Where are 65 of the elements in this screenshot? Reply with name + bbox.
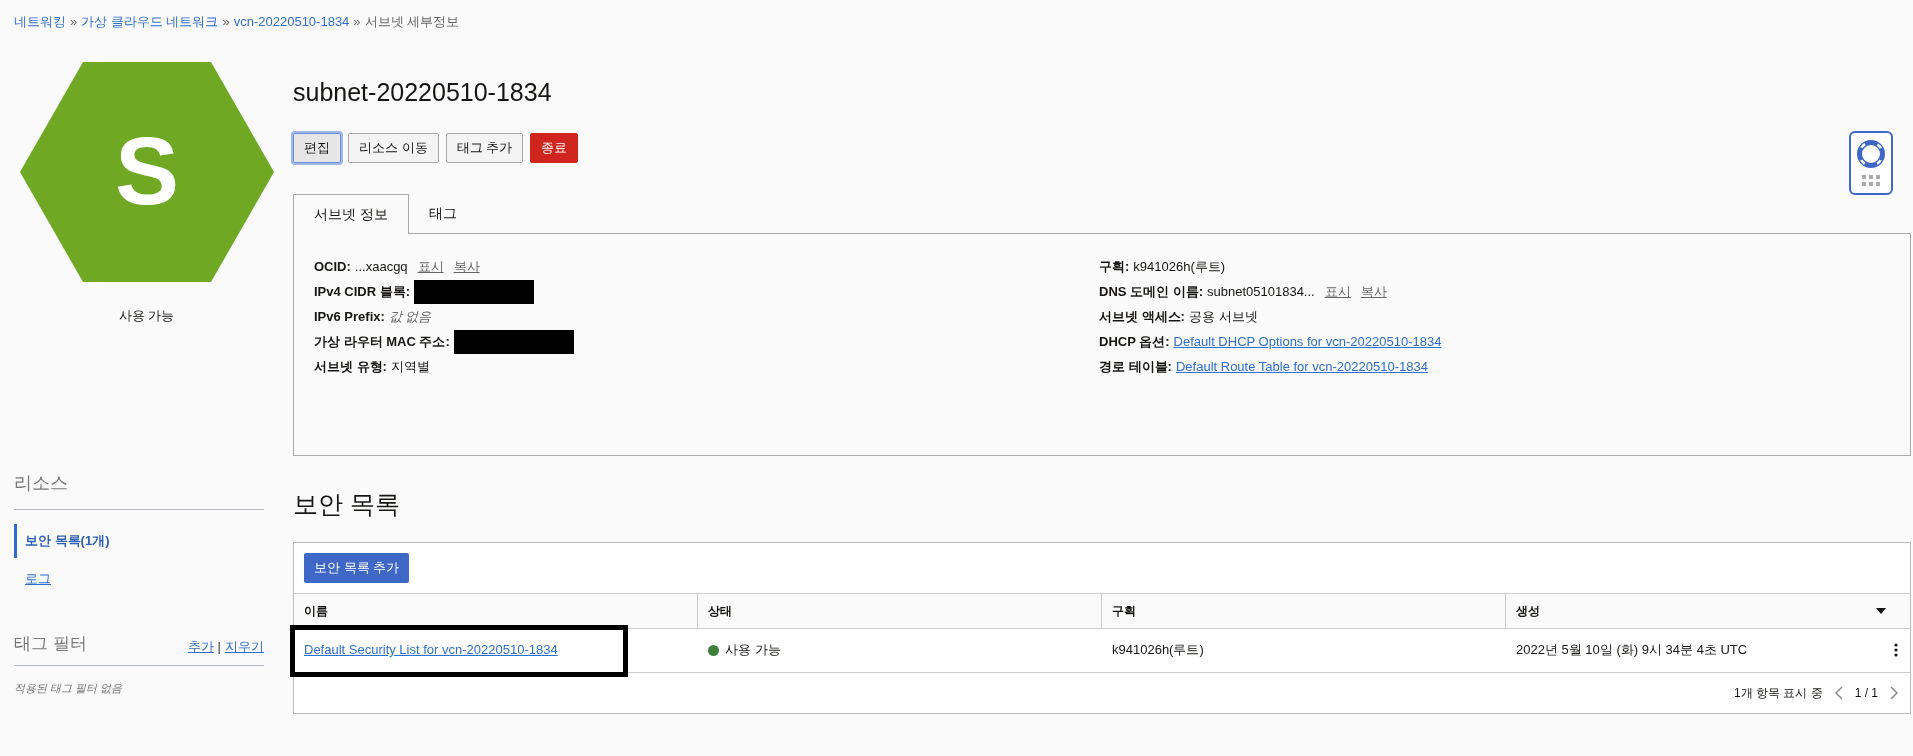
previous-page-icon[interactable]: [1834, 685, 1843, 700]
empty-filter-note: 적용된 태그 필터 없음: [14, 680, 124, 696]
field-value: 공용 서브넷: [1188, 307, 1258, 326]
breadcrumb-link[interactable]: vcn-20220510-1834: [233, 12, 350, 32]
column-header[interactable]: 구획: [1102, 593, 1506, 628]
field-link[interactable]: Default Route Table for vcn-20220510-1834: [1175, 356, 1428, 377]
field-label: 서브넷 유형:: [314, 357, 387, 376]
breadcrumb-separator: »: [70, 13, 78, 31]
column-header[interactable]: 상태: [698, 593, 1102, 628]
action-link[interactable]: 복사: [1360, 281, 1387, 302]
field-link[interactable]: Default DHCP Options for vcn-20220510-1834: [1173, 331, 1442, 352]
grid-dots-icon: [1862, 175, 1880, 187]
status-label: 사용 가능: [118, 306, 175, 325]
breadcrumb-link[interactable]: 네트워킹: [14, 12, 66, 32]
page-title: subnet-20220510-1834: [293, 76, 553, 108]
field-value: subnet05101834...: [1207, 282, 1315, 301]
field-value: 값 없음: [388, 307, 432, 326]
field-value: ...xaacgq: [354, 257, 408, 276]
sort-caret-icon: [1876, 607, 1886, 614]
clear-link[interactable]: 지우기: [225, 637, 264, 657]
table-cell-text: 2022년 5월 10일 (화) 9시 34분 4초 UTC: [1516, 641, 1748, 660]
column-header[interactable]: 생성: [1506, 593, 1910, 628]
field-label: 가상 라우터 MAC 주소:: [314, 332, 450, 351]
field-label: 서브넷 액세스:: [1099, 307, 1185, 326]
help-button[interactable]: [1849, 131, 1893, 195]
action-link[interactable]: 표시: [417, 256, 444, 277]
item-count: 1개 항목 표시 중: [1733, 684, 1823, 702]
security-list-link[interactable]: Default Security List for vcn-20220510-1834: [304, 640, 558, 660]
add-link[interactable]: 추가: [187, 637, 214, 657]
section-title: 보안 목록: [293, 489, 401, 520]
breadcrumb-current: 서브넷 세부정보: [364, 13, 460, 31]
field-label: 경로 테이블:: [1099, 357, 1172, 376]
field-label: DHCP 옵션:: [1099, 332, 1170, 351]
sidebar-item[interactable]: 보안 목록(1개): [14, 524, 264, 558]
field-label: OCID:: [314, 257, 351, 276]
breadcrumb-separator: »: [222, 13, 230, 31]
field-value: 지역별: [390, 357, 430, 376]
table-cell-text: k941026h(루트): [1111, 641, 1205, 660]
next-page-icon[interactable]: [1890, 685, 1898, 700]
sidebar-item[interactable]: 로그: [14, 561, 264, 595]
action-link[interactable]: 표시: [1324, 281, 1351, 302]
field-value: k941026h(루트): [1133, 257, 1226, 276]
status-text: 사용 가능: [725, 641, 781, 660]
action-button[interactable]: 리소스 이동: [348, 133, 439, 163]
column-header[interactable]: 이름: [294, 593, 698, 628]
field-label: IPv6 Prefix:: [314, 307, 385, 326]
page-indicator: 1 / 1: [1854, 684, 1878, 702]
action-button[interactable]: 편집: [293, 133, 341, 163]
action-button[interactable]: 종료: [530, 133, 579, 163]
field-label: DNS 도메인 이름:: [1099, 282, 1203, 301]
breadcrumb-link[interactable]: 가상 클라우드 네트워크: [81, 12, 219, 32]
tag-filter-title: 태그 필터: [14, 633, 87, 655]
resource-hexagon-icon: S: [19, 61, 274, 282]
action-link[interactable]: 복사: [453, 256, 480, 277]
more-options-icon[interactable]: [1894, 643, 1898, 657]
add-security-list-button[interactable]: 보안 목록 추가: [304, 552, 410, 583]
life-ring-icon: [1856, 139, 1886, 169]
tab[interactable]: 서브넷 정보: [293, 194, 409, 234]
tab[interactable]: 태그: [408, 193, 477, 233]
link-separator: |: [217, 638, 221, 656]
breadcrumb-separator: »: [353, 13, 361, 31]
field-label: IPv4 CIDR 블록:: [314, 282, 411, 301]
field-label: 구획:: [1099, 257, 1130, 276]
sidebar-title: 리소스: [14, 470, 264, 510]
action-button[interactable]: 태그 추가: [445, 133, 524, 163]
